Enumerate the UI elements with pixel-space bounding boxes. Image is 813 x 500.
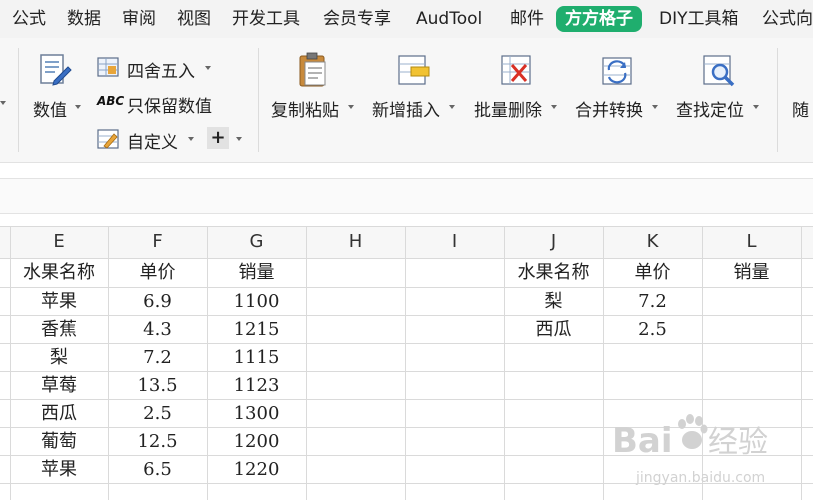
column-header-j[interactable]: J [504, 226, 603, 258]
baidu-logo-icon: Bai 经验 jingyan.baidu.com [612, 414, 768, 486]
table2-cell[interactable] [702, 288, 801, 316]
watermark-url: jingyan.baidu.com [635, 470, 765, 486]
table1-cell[interactable]: 苹果 [10, 456, 108, 484]
table2-cell[interactable]: 2.5 [603, 316, 702, 344]
table1-cell[interactable]: 12.5 [108, 428, 207, 456]
column-header-h[interactable]: H [306, 226, 405, 258]
table1-cell[interactable]: 葡萄 [10, 428, 108, 456]
table1-header-name[interactable]: 水果名称 [10, 259, 108, 287]
table1-cell[interactable]: 1220 [207, 456, 306, 484]
grid-line [405, 226, 406, 500]
table2-cell[interactable]: 梨 [504, 288, 603, 316]
table2-cell[interactable]: 西瓜 [504, 316, 603, 344]
table2-cell[interactable]: 7.2 [603, 288, 702, 316]
table1-cell[interactable]: 1200 [207, 428, 306, 456]
table1-header-sales[interactable]: 销量 [207, 259, 306, 287]
table2-header-sales[interactable]: 销量 [702, 259, 801, 287]
watermark: Bai 经验 jingyan.baidu.com [600, 410, 805, 495]
table1-cell[interactable]: 苹果 [10, 288, 108, 316]
column-header-i[interactable]: I [405, 226, 504, 258]
table1-cell[interactable]: 1123 [207, 372, 306, 400]
table1-cell[interactable]: 草莓 [10, 372, 108, 400]
column-header-k[interactable]: K [603, 226, 702, 258]
grid-line [306, 226, 307, 500]
column-header-l[interactable]: L [702, 226, 801, 258]
table1-cell[interactable]: 西瓜 [10, 400, 108, 428]
table1-cell[interactable]: 13.5 [108, 372, 207, 400]
table1-cell[interactable]: 7.2 [108, 344, 207, 372]
column-header-f[interactable]: F [108, 226, 207, 258]
column-header-e[interactable]: E [10, 226, 108, 258]
column-header-g[interactable]: G [207, 226, 306, 258]
table1-cell[interactable]: 1300 [207, 400, 306, 428]
table1-cell[interactable]: 6.9 [108, 288, 207, 316]
table2-header-price[interactable]: 单价 [603, 259, 702, 287]
table1-header-price[interactable]: 单价 [108, 259, 207, 287]
table1-cell[interactable]: 1115 [207, 344, 306, 372]
table1-cell[interactable]: 梨 [10, 344, 108, 372]
watermark-brand: Bai [612, 421, 673, 461]
table1-cell[interactable]: 1215 [207, 316, 306, 344]
watermark-suffix: 经验 [708, 425, 768, 460]
table1-cell[interactable]: 1100 [207, 288, 306, 316]
table1-cell[interactable]: 香蕉 [10, 316, 108, 344]
table2-header-name[interactable]: 水果名称 [504, 259, 603, 287]
table1-cell[interactable]: 6.5 [108, 456, 207, 484]
table2-cell[interactable] [702, 316, 801, 344]
table1-cell[interactable]: 4.3 [108, 316, 207, 344]
paw-icon [678, 414, 708, 449]
table1-cell[interactable]: 2.5 [108, 400, 207, 428]
